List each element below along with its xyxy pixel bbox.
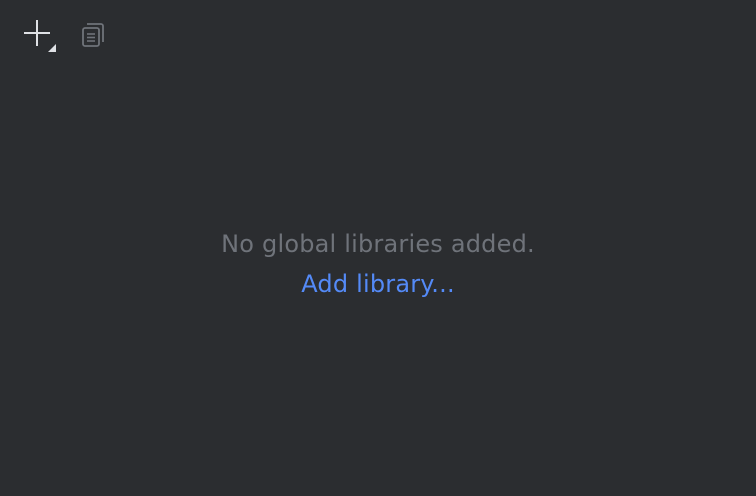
empty-message: No global libraries added. <box>221 230 535 258</box>
add-library-link[interactable]: Add library... <box>301 268 455 300</box>
empty-state: No global libraries added. Add library..… <box>0 228 756 300</box>
copy-icon <box>77 19 107 49</box>
toolbar <box>0 0 756 68</box>
add-button[interactable] <box>21 16 57 52</box>
copy-button[interactable] <box>74 16 110 52</box>
global-libraries-panel: No global libraries added. Add library..… <box>0 0 756 496</box>
plus-dropdown-icon <box>20 16 58 52</box>
